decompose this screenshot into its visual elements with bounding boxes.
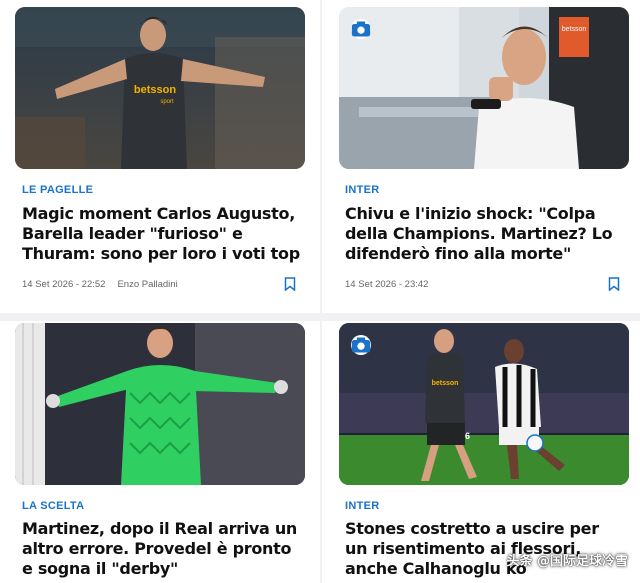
- jersey-sponsor-sub-text: sport: [160, 99, 174, 105]
- camera-icon: [351, 19, 371, 39]
- article-card-1[interactable]: betsson sport LE PAGELLE Magic moment Ca…: [0, 0, 320, 313]
- bookmark-icon[interactable]: [284, 277, 296, 291]
- article-title[interactable]: Magic moment Carlos Augusto, Barella lea…: [22, 204, 302, 264]
- article-title[interactable]: Martinez, dopo il Real arriva un altro e…: [22, 519, 302, 579]
- camera-icon: [351, 335, 371, 355]
- article-title[interactable]: Stones costretto a uscire per un risenti…: [345, 519, 625, 579]
- article-image-3[interactable]: [15, 323, 305, 485]
- article-card-4[interactable]: betsson 6 INTER Stones costretto a uscir…: [322, 321, 640, 583]
- article-category[interactable]: INTER: [345, 184, 380, 196]
- article-image-2[interactable]: betsson: [339, 7, 629, 169]
- article-category[interactable]: INTER: [345, 500, 380, 512]
- article-author: Enzo Palladini: [117, 279, 178, 290]
- article-date: 14 Set 2026 - 22:52: [22, 279, 106, 290]
- article-category[interactable]: LE PAGELLE: [22, 184, 93, 196]
- article-image-4[interactable]: betsson 6: [339, 323, 629, 485]
- jersey-number-text: 6: [465, 431, 470, 441]
- article-meta: 14 Set 2026 - 22:52 Enzo Palladini: [22, 279, 178, 290]
- bookmark-icon[interactable]: [608, 277, 620, 291]
- article-card-2[interactable]: betsson INTER Chivu e l'inizio shock: "C…: [322, 0, 640, 313]
- article-image-1[interactable]: betsson sport: [15, 7, 305, 169]
- article-meta: 14 Set 2026 - 23:42: [345, 279, 428, 290]
- article-date: 14 Set 2026 - 23:42: [345, 279, 429, 290]
- article-category[interactable]: LA SCELTA: [22, 500, 84, 512]
- article-card-3[interactable]: LA SCELTA Martinez, dopo il Real arriva …: [0, 321, 320, 583]
- jersey-sponsor-text-2: betsson: [432, 380, 459, 387]
- article-grid: betsson sport LE PAGELLE Magic moment Ca…: [0, 0, 640, 583]
- backdrop-sponsor-text: betsson: [562, 26, 587, 33]
- jersey-sponsor-text: betsson: [134, 84, 176, 96]
- watermark: 头条 @国际足球冷雪: [506, 554, 628, 569]
- article-title[interactable]: Chivu e l'inizio shock: "Colpa della Cha…: [345, 204, 625, 264]
